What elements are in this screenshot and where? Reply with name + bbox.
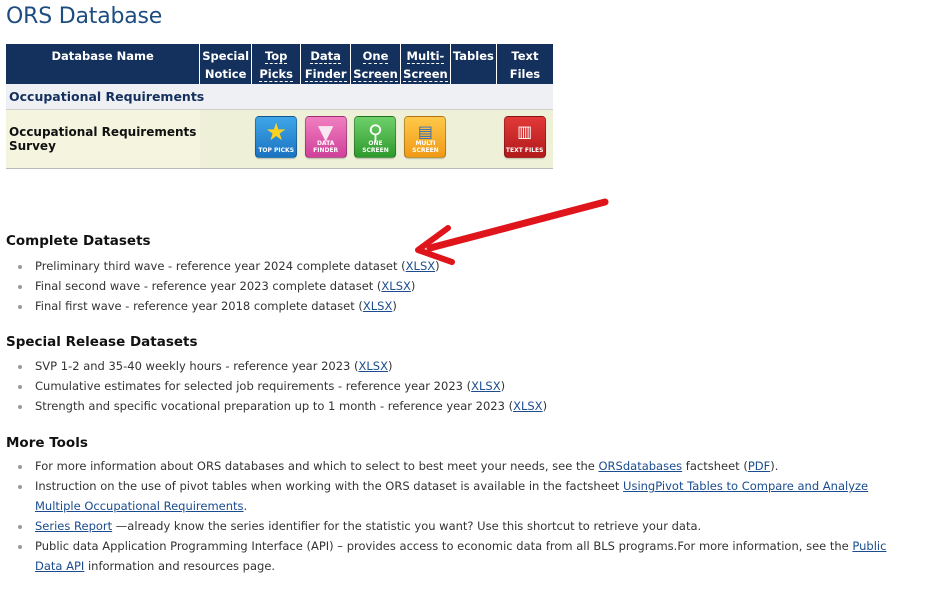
list-item: Instruction on the use of pivot tables w…	[16, 476, 916, 516]
header-one-screen[interactable]: One Screen	[350, 44, 401, 84]
list-item: Public data Application Programming Inte…	[16, 536, 916, 576]
xlsx-link[interactable]: XLSX	[406, 259, 435, 273]
xlsx-link[interactable]: XLSX	[359, 359, 388, 373]
list-item: Final second wave - reference year 2023 …	[16, 276, 440, 296]
ors-database-table: Database Name Special Notice Top Picks Dat…	[6, 44, 553, 169]
list-item: Series Report —already know the series i…	[16, 516, 916, 536]
multi-screen-cell: ▤ MULTI SCREEN	[400, 109, 451, 169]
list-item: Strength and specific vocational prepara…	[16, 396, 547, 416]
xlsx-link[interactable]: XLSX	[471, 379, 500, 393]
table-row: Occupational Requirements Survey ★ TOP P…	[6, 109, 553, 169]
top-picks-cell: ★ TOP PICKS	[251, 109, 301, 169]
xlsx-link[interactable]: XLSX	[513, 399, 542, 413]
series-report-link[interactable]: Series Report	[35, 519, 112, 533]
special-release-heading: Special Release Datasets	[6, 334, 198, 350]
tables-cell	[450, 109, 497, 169]
page-title: ORS Database	[6, 4, 163, 29]
table-group-row: Occupational Requirements	[6, 84, 553, 110]
one-screen-button[interactable]: ⚲ ONE SCREEN	[354, 115, 397, 158]
document-icon: ▥	[517, 121, 533, 141]
header-database-name: Database Name	[6, 44, 201, 84]
list-item: For more information about ORS databases…	[16, 456, 916, 476]
header-top-picks[interactable]: Top Picks	[251, 44, 302, 84]
table-header-row: Database Name Special Notice Top Picks Dat…	[6, 44, 553, 84]
multi-screen-button[interactable]: ▤ MULTI SCREEN	[404, 115, 447, 158]
database-name: Occupational Requirements Survey	[6, 109, 200, 169]
header-special-notice: Special Notice	[199, 44, 253, 84]
ors-databases-link[interactable]: ORSdatabases	[599, 459, 683, 473]
xlsx-link[interactable]: XLSX	[381, 279, 410, 293]
data-finder-button[interactable]: ▼ DATA FINDER	[304, 115, 347, 158]
complete-datasets-list: Preliminary third wave - reference year …	[16, 256, 440, 316]
group-label: Occupational Requirements	[6, 84, 553, 110]
arrow-shaft	[426, 198, 609, 252]
star-icon: ★	[265, 117, 287, 146]
special-release-list: SVP 1-2 and 35-40 weekly hours - referen…	[16, 356, 547, 416]
pdf-link[interactable]: PDF	[748, 459, 770, 473]
one-screen-cell: ⚲ ONE SCREEN	[350, 109, 401, 169]
list-item: Preliminary third wave - reference year …	[16, 256, 440, 276]
top-picks-button[interactable]: ★ TOP PICKS	[255, 115, 298, 158]
complete-datasets-heading: Complete Datasets	[6, 233, 151, 249]
xlsx-link[interactable]: XLSX	[363, 299, 392, 313]
header-multi-screen[interactable]: Multi- Screen	[400, 44, 451, 84]
text-files-button[interactable]: ▥ TEXT FILES	[503, 115, 546, 158]
more-tools-list: For more information about ORS databases…	[16, 456, 916, 576]
list-item: Cumulative estimates for selected job re…	[16, 376, 547, 396]
list-item: Final first wave - reference year 2018 c…	[16, 296, 440, 316]
text-files-cell: ▥ TEXT FILES	[496, 109, 553, 169]
more-tools-heading: More Tools	[6, 435, 88, 451]
list-item: SVP 1-2 and 35-40 weekly hours - referen…	[16, 356, 547, 376]
special-notice-cell	[199, 109, 252, 169]
data-finder-cell: ▼ DATA FINDER	[300, 109, 351, 169]
header-tables: Tables	[450, 44, 497, 84]
header-text-files: Text Files	[496, 44, 553, 84]
header-data-finder[interactable]: Data Finder	[300, 44, 352, 84]
